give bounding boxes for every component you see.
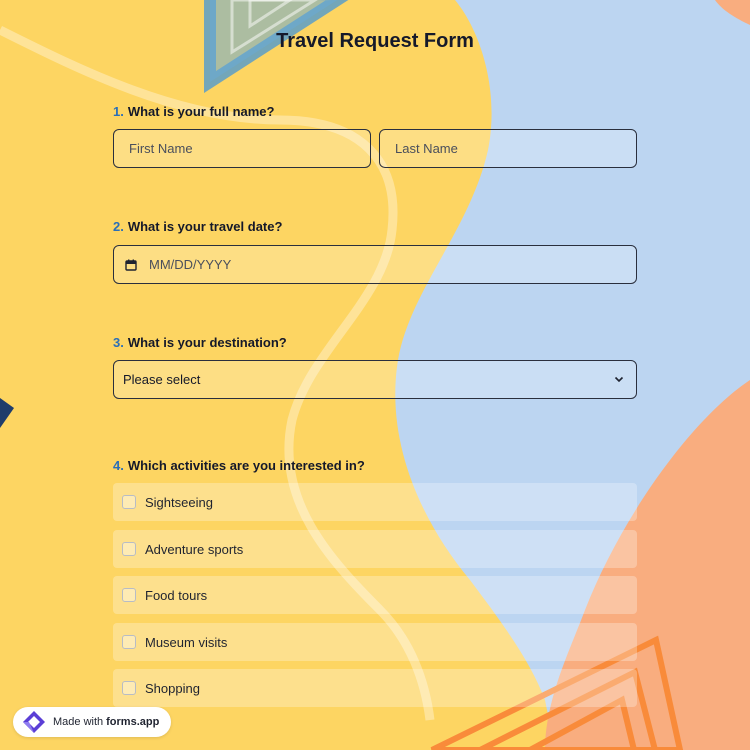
- form-container: Travel Request Form 1. What is your full …: [0, 0, 750, 750]
- destination-selected-value: Please select: [123, 372, 201, 387]
- question-text: What is your full name?: [127, 104, 275, 119]
- activity-option-adventure-sports[interactable]: Adventure sports: [113, 530, 637, 568]
- badge-brand: forms.app: [106, 716, 160, 728]
- activity-option-sightseeing[interactable]: Sightseeing: [113, 483, 637, 521]
- activity-label: Adventure sports: [145, 541, 244, 557]
- activity-label: Museum visits: [145, 634, 228, 650]
- destination-select[interactable]: Please select: [113, 360, 637, 399]
- activity-label: Sightseeing: [145, 494, 213, 510]
- question-number: 3.: [113, 335, 124, 350]
- question-text: What is your travel date?: [127, 219, 283, 234]
- calendar-icon[interactable]: [125, 259, 137, 271]
- question-travel-date: 2. What is your travel date?: [113, 219, 282, 234]
- activity-option-shopping[interactable]: Shopping: [113, 669, 637, 707]
- activity-option-food-tours[interactable]: Food tours: [113, 576, 637, 614]
- date-placeholder: MM/DD/YYYY: [149, 257, 232, 272]
- travel-date-input[interactable]: MM/DD/YYYY: [113, 245, 637, 284]
- forms-app-logo-icon: [21, 709, 47, 735]
- checkbox[interactable]: [122, 495, 136, 509]
- checkbox[interactable]: [122, 635, 136, 649]
- question-destination: 3. What is your destination?: [113, 335, 287, 350]
- activity-option-museum-visits[interactable]: Museum visits: [113, 623, 637, 661]
- checkbox[interactable]: [122, 681, 136, 695]
- first-name-input[interactable]: First Name: [113, 129, 371, 168]
- last-name-input[interactable]: Last Name: [379, 129, 637, 168]
- checkbox[interactable]: [122, 542, 136, 556]
- question-number: 2.: [113, 219, 124, 234]
- first-name-placeholder: First Name: [129, 141, 193, 156]
- last-name-placeholder: Last Name: [395, 141, 458, 156]
- activity-label: Shopping: [145, 680, 200, 696]
- question-text: What is your destination?: [127, 335, 287, 350]
- made-with-badge[interactable]: Made with forms.app: [13, 707, 172, 737]
- form-title: Travel Request Form: [276, 30, 474, 52]
- question-text: Which activities are you interested in?: [127, 458, 365, 473]
- badge-prefix: Made with: [53, 716, 104, 728]
- checkbox[interactable]: [122, 588, 136, 602]
- question-number: 4.: [113, 458, 124, 473]
- chevron-down-icon: [613, 373, 625, 385]
- question-full-name: 1. What is your full name?: [113, 104, 274, 119]
- question-number: 1.: [113, 104, 124, 119]
- question-activities: 4. Which activities are you interested in…: [113, 458, 365, 473]
- activity-label: Food tours: [145, 587, 208, 603]
